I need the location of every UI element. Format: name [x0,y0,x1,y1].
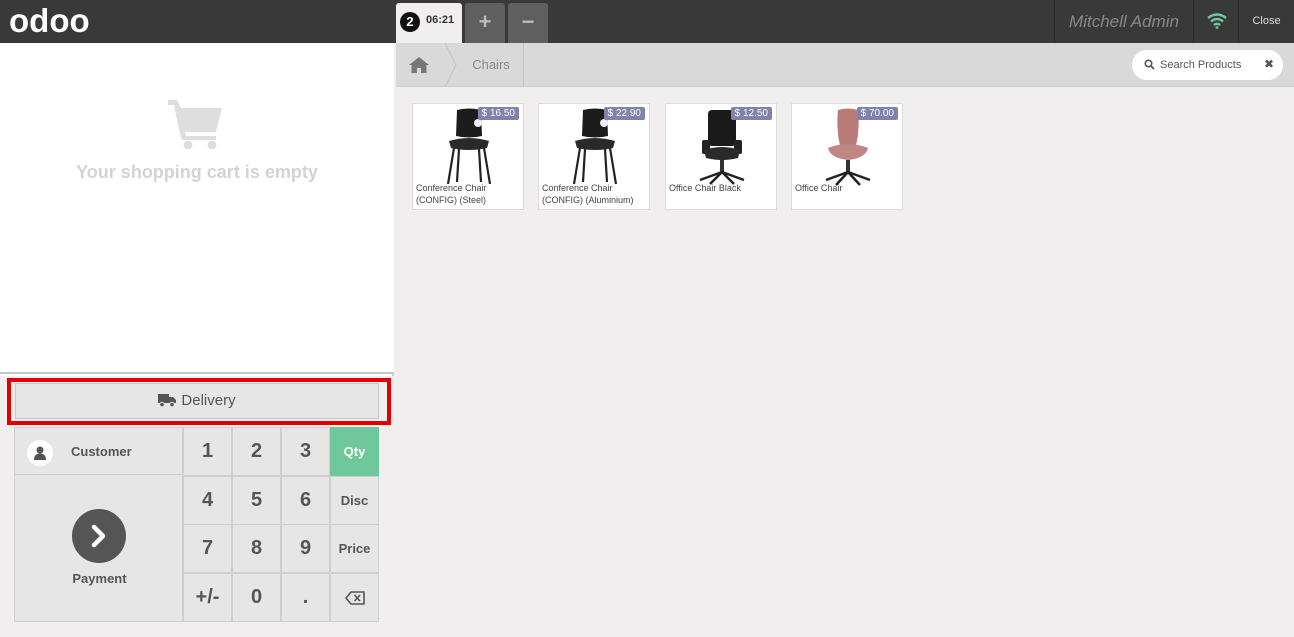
product-card[interactable]: $ 22.90 Conference Chair (CONFIG) (Alumi… [538,103,650,210]
breadcrumb-divider [523,43,524,87]
user-icon [27,440,53,466]
breadcrumb-chairs[interactable]: Chairs [458,43,524,87]
search-icon [1144,59,1155,70]
breadcrumb: Chairs ✖ [396,43,1294,87]
mode-price-button[interactable]: Price [330,524,379,573]
numpad-key-5[interactable]: 5 [232,476,281,525]
numpad-key-8[interactable]: 8 [232,524,281,573]
empty-cart-message: Your shopping cart is empty [76,162,318,182]
close-icon[interactable]: ✖ [1264,57,1274,71]
backspace-icon [344,591,365,605]
search-input[interactable] [1160,57,1260,73]
order-number-badge: 2 [400,12,420,32]
product-card[interactable]: $ 12.50 Office Chair Black [665,103,777,210]
add-order-button[interactable]: + [465,3,505,43]
product-price: $ 70.00 [856,107,898,120]
numpad-key-9[interactable]: 9 [281,524,330,573]
numpad-key-dot[interactable]: . [281,573,330,622]
mode-disc-button[interactable]: Disc [330,476,379,525]
product-card[interactable]: $ 70.00 Office Chair [791,103,903,210]
odoo-logo: odoo [9,5,109,37]
wifi-icon [1207,13,1227,29]
product-name: Office Chair [795,183,843,193]
customer-button[interactable]: Customer [14,427,183,475]
delivery-label: Delivery [181,392,236,409]
connection-status[interactable] [1193,0,1238,43]
delivery-button[interactable]: Delivery [15,383,379,419]
payment-button[interactable]: Payment [14,475,183,622]
numpad-key-2[interactable]: 2 [232,427,281,476]
numpad-key-4[interactable]: 4 [183,476,232,525]
cart-icon [168,100,224,155]
order-time: 06:21 [426,14,455,26]
product-price: $ 22.90 [603,107,645,120]
product-name: Conference Chair (CONFIG) (Steel) [416,183,487,205]
numpad-key-6[interactable]: 6 [281,476,330,525]
svg-text:odoo: odoo [9,5,90,37]
numpad-area: Customer Payment 1 2 3 Qty 4 5 6 Disc 7 … [14,427,379,622]
chevron-right-icon [72,509,126,563]
top-bar: odoo 2 06:21 + − Mitchell Admin Close [0,0,1294,43]
order-tab[interactable]: 2 06:21 [396,3,462,43]
close-button[interactable]: Close [1238,0,1294,43]
customer-label: Customer [71,444,132,459]
truck-icon [158,386,177,420]
breadcrumb-separator [444,43,457,87]
numpad-key-sign[interactable]: +/- [183,573,232,622]
remove-order-button[interactable]: − [508,3,548,43]
mode-qty-button[interactable]: Qty [330,427,379,476]
backspace-button[interactable] [330,573,379,622]
numpad-key-0[interactable]: 0 [232,573,281,622]
product-name: Conference Chair (CONFIG) (Aluminium) [542,183,634,205]
payment-label: Payment [72,571,127,586]
numpad-key-7[interactable]: 7 [183,524,232,573]
order-pane: Your shopping cart is empty Delivery Cus… [0,43,394,637]
product-price: $ 12.50 [730,107,772,120]
numpad-key-1[interactable]: 1 [183,427,232,476]
product-price: $ 16.50 [477,107,519,120]
numpad-key-3[interactable]: 3 [281,427,330,476]
home-icon [409,57,429,73]
home-breadcrumb[interactable] [396,43,444,87]
order-lines: Your shopping cart is empty [0,43,394,374]
control-panel: Delivery Customer Payment 1 2 3 Qty 4 5 … [0,376,394,637]
products-pane: Chairs ✖ $ 16.50 Conference Chair (CONFI… [396,43,1294,637]
user-name[interactable]: Mitchell Admin [1054,0,1193,43]
search-box: ✖ [1132,50,1283,80]
product-card[interactable]: $ 16.50 Conference Chair (CONFIG) (Steel… [412,103,524,210]
product-name: Office Chair Black [669,183,741,193]
